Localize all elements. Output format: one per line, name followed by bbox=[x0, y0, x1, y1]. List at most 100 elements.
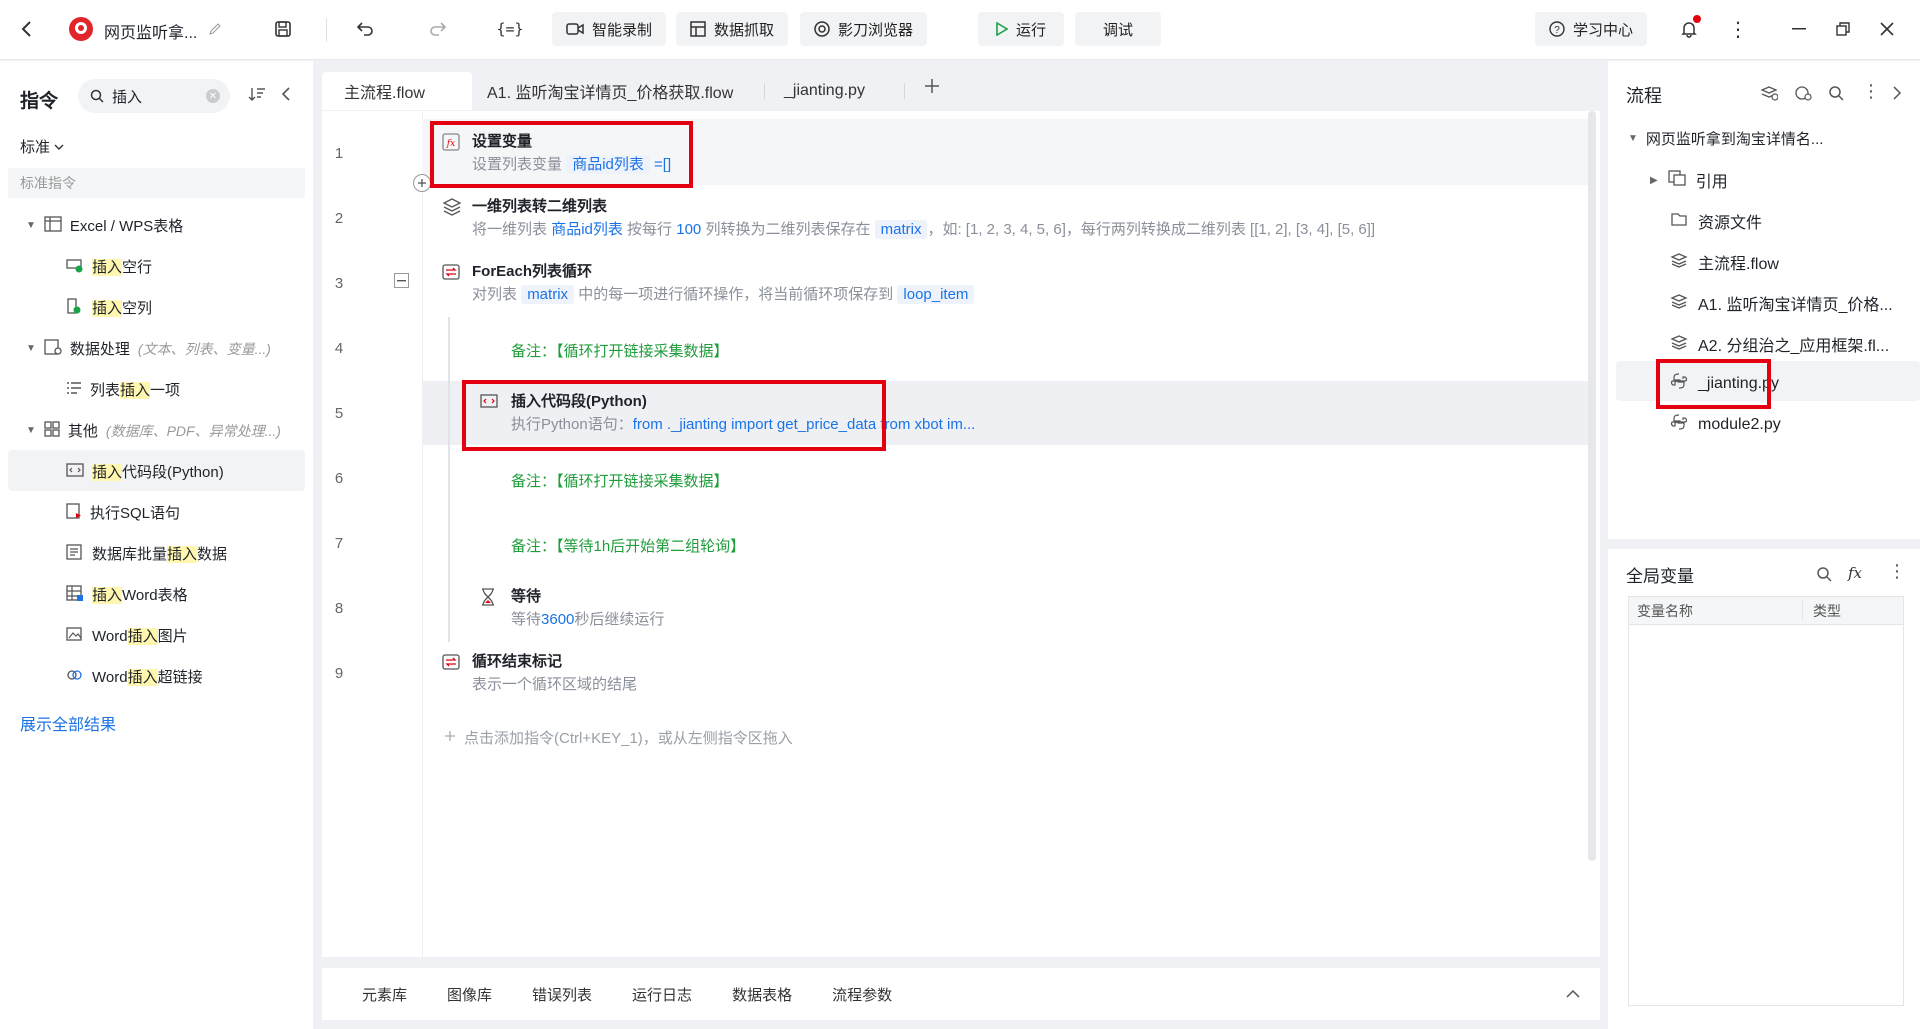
instruction-label: 列表插入一项 bbox=[90, 382, 181, 399]
tree-item-references[interactable]: ▶ 引用 bbox=[1650, 168, 1728, 192]
close-icon[interactable] bbox=[1874, 12, 1900, 46]
instruction-list-insert[interactable]: 列表插入一项 bbox=[66, 379, 180, 400]
show-all-results-link[interactable]: 展示全部结果 bbox=[20, 711, 116, 735]
loop-end-icon bbox=[442, 653, 460, 675]
divider bbox=[326, 18, 327, 42]
step-title[interactable]: 等待 bbox=[511, 585, 541, 606]
back-icon[interactable] bbox=[14, 12, 40, 46]
clear-search-icon[interactable]: ✕ bbox=[206, 89, 220, 103]
more-vertical-icon[interactable]: ⋮ bbox=[1728, 12, 1748, 46]
redo-icon[interactable] bbox=[423, 12, 453, 46]
more-vertical-icon[interactable]: ⋮ bbox=[1862, 81, 1880, 102]
smart-record-button[interactable]: 智能录制 bbox=[552, 12, 667, 46]
instruction-db-batch-insert[interactable]: 数据库批量插入数据 bbox=[66, 543, 227, 564]
instruction-execute-sql[interactable]: 执行SQL语句 bbox=[66, 502, 180, 523]
group-label: 数据处理 bbox=[69, 341, 130, 358]
variable-tag[interactable]: loop_item bbox=[897, 285, 975, 304]
loop-bracket-line bbox=[448, 317, 450, 642]
layers-icon bbox=[1670, 334, 1688, 355]
comment-note[interactable]: 备注：【循环打开链接采集数据】 bbox=[511, 340, 729, 361]
search-input[interactable]: 插入 bbox=[112, 86, 142, 107]
tree-item-a1-flow[interactable]: A1. 监听淘宝详情页_价格... bbox=[1670, 291, 1893, 315]
tree-label: A2. 分组治之_应用框架.fl... bbox=[1698, 338, 1890, 355]
variable-braces-icon[interactable]: {=} bbox=[495, 12, 525, 46]
tree-item-a2-flow[interactable]: A2. 分组治之_应用框架.fl... bbox=[1670, 332, 1889, 356]
run-button[interactable]: 运行 bbox=[978, 12, 1065, 46]
instruction-label: Word插入超链接 bbox=[92, 669, 203, 686]
tree-item-main-flow[interactable]: 主流程.flow bbox=[1670, 250, 1779, 274]
sort-icon[interactable] bbox=[248, 85, 266, 107]
insert-row-icon bbox=[66, 257, 84, 277]
instruction-insert-word-table[interactable]: 插入Word表格 bbox=[66, 584, 188, 605]
tab-data-table[interactable]: 数据表格 bbox=[732, 984, 792, 1005]
rename-pencil-icon[interactable] bbox=[205, 12, 225, 46]
add-variable-fx-icon[interactable]: fx bbox=[1848, 564, 1862, 582]
tab-flow-params[interactable]: 流程参数 bbox=[832, 984, 892, 1005]
step-title[interactable]: ForEach列表循环 bbox=[472, 260, 592, 281]
instruction-insert-python[interactable]: 插入代码段(Python) bbox=[66, 461, 224, 482]
save-icon[interactable] bbox=[268, 12, 298, 46]
tab-a1-flow[interactable]: 主流程.flowA1. 监听淘宝详情页_价格获取.flow bbox=[487, 72, 733, 110]
search-box[interactable]: 插入 ✕ bbox=[78, 79, 230, 113]
group-excel[interactable]: ▼ Excel / WPS表格 bbox=[26, 215, 183, 236]
instruction-insert-row[interactable]: 插入空行 bbox=[66, 256, 152, 277]
undo-icon[interactable] bbox=[350, 12, 380, 46]
comment-note[interactable]: 备注：【等待1h后开始第二组轮询】 bbox=[511, 535, 745, 556]
step-title[interactable]: 一维列表转二维列表 bbox=[472, 195, 607, 216]
instruction-insert-column[interactable]: 插入空列 bbox=[66, 297, 152, 318]
search-icon[interactable] bbox=[1816, 566, 1832, 586]
instruction-word-insert-image[interactable]: Word插入图片 bbox=[66, 625, 188, 646]
vertical-scrollbar[interactable] bbox=[1588, 111, 1596, 861]
restore-icon[interactable] bbox=[1830, 12, 1856, 46]
collapse-panel-icon[interactable] bbox=[1892, 86, 1902, 104]
learning-center-button[interactable]: ? 学习中心 bbox=[1535, 12, 1648, 46]
project-root[interactable]: ▼ 网页监听拿到淘宝详情名... bbox=[1628, 128, 1823, 149]
variable-tag[interactable]: matrix bbox=[521, 285, 575, 304]
smart-record-label: 智能录制 bbox=[592, 21, 653, 39]
instruction-word-insert-hyperlink[interactable]: Word插入超链接 bbox=[66, 666, 203, 687]
data-capture-button[interactable]: 数据抓取 bbox=[676, 12, 789, 46]
add-module-icon[interactable] bbox=[1794, 85, 1812, 105]
section-divider bbox=[1608, 539, 1920, 549]
tab-jianting-py[interactable]: _jianting.py bbox=[784, 72, 865, 110]
step-title[interactable]: 循环结束标记 bbox=[472, 650, 562, 671]
search-icon[interactable] bbox=[1828, 85, 1844, 105]
comment-note[interactable]: 备注：【循环打开链接采集数据】 bbox=[511, 470, 729, 491]
help-circle-icon: ? bbox=[1549, 21, 1565, 37]
tab-main-flow[interactable]: 主流程.flow bbox=[322, 72, 472, 110]
group-label: 其他 bbox=[67, 423, 98, 440]
data-processing-icon bbox=[44, 338, 62, 359]
tab-image-library[interactable]: 图像库 bbox=[447, 984, 492, 1005]
step-description: 等待3600秒后继续运行 bbox=[511, 611, 665, 628]
group-label: Excel / WPS表格 bbox=[69, 218, 184, 235]
tab-run-log[interactable]: 运行日志 bbox=[632, 984, 692, 1005]
filter-dropdown[interactable]: 标准 bbox=[20, 136, 64, 157]
collapse-block-icon[interactable] bbox=[394, 273, 409, 288]
notification-bell-icon[interactable] bbox=[1674, 12, 1704, 46]
expand-panel-icon[interactable] bbox=[1566, 986, 1580, 1003]
highlight-box-set-variable bbox=[430, 121, 693, 188]
group-data-processing[interactable]: ▼ 数据处理 (文本、列表、变量...) bbox=[26, 338, 271, 359]
add-tab-icon[interactable] bbox=[924, 78, 940, 98]
minimize-icon[interactable] bbox=[1786, 12, 1812, 46]
add-instruction-hint[interactable]: 点击添加指令(Ctrl+KEY_1)，或从左侧指令区拖入 bbox=[444, 727, 793, 748]
debug-button[interactable]: 调试 bbox=[1075, 12, 1162, 46]
insert-step-plus-icon[interactable] bbox=[413, 174, 431, 192]
tree-item-resources[interactable]: 资源文件 bbox=[1670, 209, 1762, 233]
add-flow-icon[interactable] bbox=[1760, 85, 1779, 105]
group-other[interactable]: ▼ 其他 (数据库、PDF、异常处理...) bbox=[26, 420, 281, 441]
tab-element-library[interactable]: 元素库 bbox=[362, 984, 407, 1005]
browser-button[interactable]: 影刀浏览器 bbox=[800, 12, 928, 46]
more-vertical-icon[interactable]: ⋮ bbox=[1888, 561, 1906, 582]
layers-icon bbox=[1670, 293, 1688, 314]
project-title: 网页监听拿... bbox=[104, 25, 198, 42]
highlight-box-jianting-py bbox=[1656, 359, 1771, 409]
line-number: 8 bbox=[334, 600, 344, 617]
step-description: 将一维列表 商品id列表 按每行 100 列转换为二维列表保存在 matrix，… bbox=[472, 220, 1376, 239]
tab-error-list[interactable]: 错误列表 bbox=[532, 984, 592, 1005]
collapse-panel-icon[interactable] bbox=[280, 85, 292, 107]
group-sub-label: (文本、列表、变量...) bbox=[137, 340, 271, 357]
tree-item-module2-py[interactable]: module2.py bbox=[1670, 414, 1781, 435]
variable-link[interactable]: 商品id列表 bbox=[551, 221, 623, 238]
variable-tag[interactable]: matrix bbox=[874, 220, 928, 239]
